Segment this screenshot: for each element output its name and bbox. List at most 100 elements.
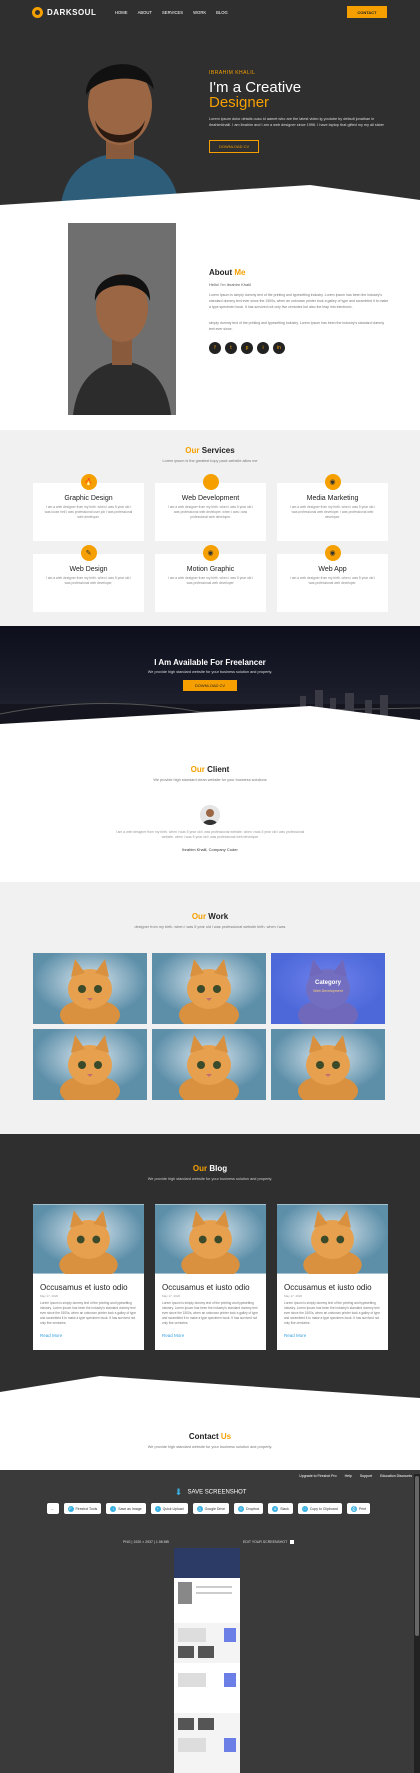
edit-checkbox[interactable]	[290, 1540, 295, 1544]
scrollbar[interactable]	[414, 1474, 420, 1773]
about-heading-text: About	[209, 268, 233, 277]
facebook-icon[interactable]: f	[209, 342, 221, 354]
contact-section: Contact Us We provide high standard webs…	[0, 1404, 420, 1470]
nav-services[interactable]: SERVICES	[162, 10, 183, 15]
read-more-link[interactable]: Read More	[162, 1333, 259, 1338]
download-cv-button[interactable]: DOWNLOAD CV	[209, 140, 260, 153]
blog-heading-accent: Our	[192, 1164, 208, 1173]
freelance-banner: I Am Available For Freelancer We provide…	[0, 626, 420, 734]
portfolio-item[interactable]	[33, 1029, 147, 1100]
help-link[interactable]: Help	[345, 1474, 352, 1478]
linkedin-icon[interactable]: in	[273, 342, 285, 354]
service-card[interactable]: Web Development I am a web designer from…	[155, 474, 266, 541]
social-links: f t p i in	[209, 342, 389, 354]
button-label: Save as Image	[118, 1506, 142, 1511]
portfolio-item[interactable]	[152, 1029, 266, 1100]
service-card[interactable]: ◉ Web App I am a web designer from my bi…	[277, 545, 388, 612]
quick-upload-button[interactable]: ↑ Quick Upload	[150, 1503, 188, 1514]
screenshot-actions: ← F Fireshot Tools ↓ Save as Image ↑ Quick …	[47, 1503, 371, 1514]
portfolio-item[interactable]	[152, 953, 266, 1024]
service-title: Web Development	[181, 495, 240, 502]
nav-blog[interactable]: BLOG	[216, 10, 228, 15]
freelance-heading: I Am Available For Freelancer	[154, 658, 266, 667]
city-skyline-image	[0, 690, 420, 734]
freelance-download-button[interactable]: DOWNLOAD CV	[183, 680, 237, 691]
nav-about[interactable]: ABOUT	[138, 10, 152, 15]
hero-divider	[0, 185, 420, 207]
button-label: Google Drive	[204, 1506, 226, 1511]
portfolio-category: Category	[314, 980, 341, 986]
portfolio-category-sub: Web Development	[313, 989, 343, 993]
slack-button[interactable]: # Slack	[268, 1503, 293, 1514]
drive-icon: △	[196, 1505, 203, 1512]
dropbox-icon: ◇	[238, 1505, 245, 1512]
support-link[interactable]: Support	[360, 1474, 372, 1478]
work-subtitle: designer from my birth. when i was 5 yea…	[134, 925, 286, 929]
service-card[interactable]: ✎ Web Design I am a web designer from my…	[33, 545, 144, 612]
work-heading-text: Work	[208, 912, 229, 921]
blog-post-title[interactable]: Occusamus et iusto odio	[162, 1283, 259, 1292]
blog-post-card[interactable]: Occusamus et iusto odio May 17, 2020 Lor…	[277, 1204, 388, 1350]
button-label: Quick Upload	[162, 1506, 184, 1511]
service-card[interactable]: 🔥 Graphic Design I am a web designer fro…	[33, 474, 144, 541]
hero-section: DARKSOUL HOME ABOUT SERVICES WORK BLOG C…	[0, 0, 420, 207]
services-heading-text: Services	[201, 446, 235, 455]
education-link[interactable]: Education Discounts	[380, 1474, 412, 1478]
blog-post-excerpt: Lorem Ipsum is simply dummy text of the …	[40, 1301, 137, 1325]
about-heading-accent: Me	[234, 268, 246, 277]
fireshot-tools-button[interactable]: F Fireshot Tools	[63, 1503, 102, 1514]
service-title: Graphic Design	[64, 495, 113, 502]
services-subtitle: Lorem ipsum is the greatest kopy pack we…	[162, 459, 258, 463]
film-icon: ◉	[202, 545, 219, 561]
hero-description: Lorem ipsum dolor details ouso id aamet …	[209, 117, 384, 127]
screenshot-tool-panel: Upgrade to Fireshot Pro Help Support Edu…	[0, 1470, 420, 1773]
blog-heading: Our Blog	[0, 1164, 420, 1173]
client-heading: Our Client	[0, 765, 420, 774]
google-drive-button[interactable]: △ Google Drive	[192, 1503, 230, 1514]
back-button[interactable]: ←	[47, 1503, 59, 1514]
service-title: Motion Graphic	[186, 566, 235, 573]
service-card[interactable]: ◉ Media Marketing I am a web designer fr…	[277, 474, 388, 541]
copy-clipboard-button[interactable]: □ Copy to Clipboard	[297, 1503, 342, 1514]
instagram-icon[interactable]: i	[257, 342, 269, 354]
dropbox-button[interactable]: ◇ Dropbox	[234, 1503, 264, 1514]
blog-post-title[interactable]: Occusamus et iusto odio	[284, 1283, 381, 1292]
work-heading-accent: Our	[191, 912, 207, 921]
edit-screenshot-toggle[interactable]: EDIT YOUR SCREENSHOT	[243, 1540, 295, 1544]
service-desc: I am a web designer from my birth. when …	[289, 576, 376, 585]
scrollbar-thumb[interactable]	[415, 1476, 419, 1636]
logo[interactable]: DARKSOUL	[32, 7, 96, 18]
download-icon: ⬇	[174, 1487, 183, 1497]
slack-icon: #	[272, 1505, 279, 1512]
edit-icon: ✎	[80, 545, 97, 561]
portfolio-item[interactable]	[271, 1029, 385, 1100]
about-subtitle: Hello! I'm Ibrahim Khalil	[209, 282, 251, 287]
upgrade-link[interactable]: Upgrade to Fireshot Pro	[299, 1474, 336, 1478]
twitter-icon[interactable]: t	[225, 342, 237, 354]
button-label: Fireshot Tools	[75, 1506, 98, 1511]
contact-button[interactable]: CONTACT	[347, 6, 387, 18]
code-icon	[202, 474, 219, 490]
print-button[interactable]: ⎙ Print	[346, 1503, 371, 1514]
client-name: Ibrahim Khalil, Company Coder	[182, 847, 238, 852]
work-heading: Our Work	[0, 912, 420, 921]
read-more-link[interactable]: Read More	[284, 1333, 381, 1338]
hero-text: IBRAHIM KHALIL I'm a Creative Designer L…	[209, 70, 389, 153]
about-paragraph-1: Lorem Ipsum is simply dummy text of the …	[209, 293, 389, 309]
nav-home[interactable]: HOME	[115, 10, 128, 15]
blog-post-card[interactable]: Occusamus et iusto odio May 17, 2020 Lor…	[33, 1204, 144, 1350]
upload-icon: ↑	[154, 1505, 161, 1512]
blog-post-card[interactable]: Occusamus et iusto odio May 17, 2020 Lor…	[155, 1204, 266, 1350]
portfolio-item[interactable]	[33, 953, 147, 1024]
nav-work[interactable]: WORK	[193, 10, 206, 15]
portfolio-item-hover[interactable]: Category Web Development	[271, 953, 385, 1024]
services-heading: Our Services	[0, 446, 420, 455]
service-card[interactable]: ◉ Motion Graphic I am a web designer fro…	[155, 545, 266, 612]
hero-name: IBRAHIM KHALIL	[209, 70, 256, 76]
pinterest-icon[interactable]: p	[241, 342, 253, 354]
contact-heading: Contact Us	[0, 1432, 420, 1441]
service-desc: I am a web designer from my birth. when …	[167, 505, 254, 519]
read-more-link[interactable]: Read More	[40, 1333, 137, 1338]
blog-post-title[interactable]: Occusamus et iusto odio	[40, 1283, 137, 1292]
save-image-button[interactable]: ↓ Save as Image	[106, 1503, 146, 1514]
